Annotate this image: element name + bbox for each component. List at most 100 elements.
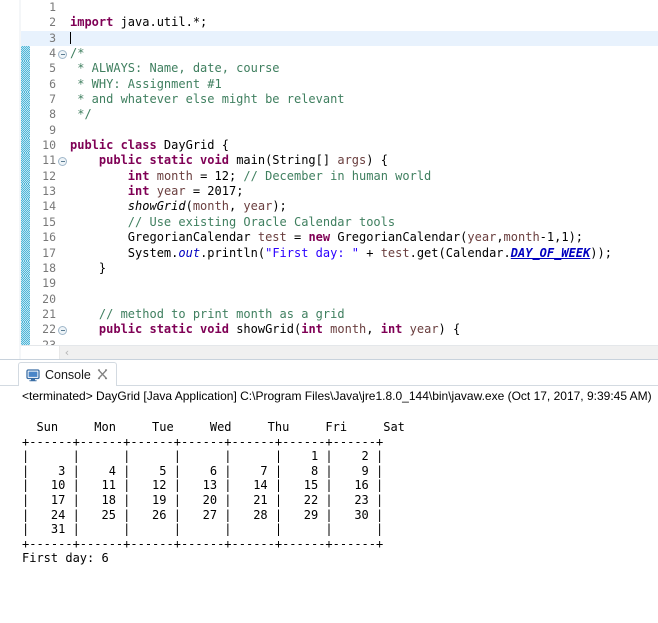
change-bar-indicator — [21, 184, 30, 200]
change-bar-indicator — [21, 306, 30, 323]
change-bar-indicator — [21, 153, 30, 169]
change-bar-indicator — [21, 0, 30, 15]
fold-collapse-icon[interactable] — [58, 49, 67, 59]
change-bar-indicator — [21, 122, 30, 139]
code-line[interactable]: 20 — [21, 291, 658, 307]
editor-scrollbar-gutter-pad — [21, 346, 60, 360]
line-number: 22 — [42, 322, 56, 337]
code-line-text: public class DayGrid { — [70, 138, 229, 153]
console-monitor-icon — [26, 368, 40, 382]
change-bar-indicator — [21, 31, 30, 46]
line-number: 8 — [49, 107, 56, 122]
code-line[interactable]: 9 — [21, 122, 658, 139]
line-number: 10 — [42, 138, 56, 153]
line-number: 1 — [49, 0, 56, 14]
change-bar-indicator — [21, 276, 30, 292]
change-bar-indicator — [21, 214, 30, 231]
change-bar-indicator — [21, 61, 30, 77]
change-bar-indicator — [21, 15, 30, 30]
console-tab-bar: Console — [0, 360, 658, 386]
change-bar-indicator — [21, 107, 30, 123]
line-number: 4 — [49, 46, 56, 61]
code-line[interactable]: 11 public static void main(String[] args… — [21, 153, 658, 169]
line-number: 9 — [49, 122, 56, 137]
code-line[interactable]: 23 — [21, 337, 658, 345]
line-number: 7 — [49, 92, 56, 107]
code-line[interactable]: 4 /* — [21, 46, 658, 62]
code-line[interactable]: 16 GregorianCalendar test = new Gregoria… — [21, 230, 658, 246]
code-line-text: public static void main(String[] args) { — [98, 153, 388, 168]
change-bar-indicator — [21, 92, 30, 108]
code-line-text: import java.util.*; — [70, 15, 208, 30]
code-line[interactable]: 19 — [21, 276, 658, 292]
line-number: 3 — [49, 30, 56, 45]
java-editor-pane[interactable]: 1 2 import java.util.*; 3 4 /* 5 * ALWAYS: Nam… — [0, 0, 658, 360]
line-number: 14 — [42, 199, 56, 214]
console-view[interactable]: Console <terminated> DayGrid [Java Appli… — [0, 360, 658, 623]
code-line-text: * and whatever else might be relevant — [70, 92, 345, 107]
line-number: 18 — [42, 260, 56, 275]
code-line-text: // method to print month as a grid — [98, 306, 345, 321]
line-number: 21 — [42, 306, 56, 321]
change-bar-indicator — [21, 230, 30, 246]
code-line-text: System.out.println("First day: " + test.… — [70, 245, 612, 260]
code-line[interactable]: 1 — [21, 0, 658, 15]
change-bar-indicator — [21, 337, 30, 345]
line-number: 5 — [49, 61, 56, 76]
change-bar-indicator — [21, 138, 30, 154]
line-number: 6 — [49, 76, 56, 91]
code-line[interactable]: 13 int year = 2017; — [21, 184, 658, 200]
line-number: 20 — [42, 291, 56, 306]
line-number: 2 — [49, 15, 56, 30]
fold-collapse-icon[interactable] — [58, 156, 67, 166]
code-line-text: } — [70, 260, 107, 275]
code-line[interactable]: 21 // method to print month as a grid — [21, 306, 658, 323]
code-line[interactable]: 10 public class DayGrid { — [21, 138, 658, 154]
code-line-text: public static void showGrid(int month, i… — [98, 322, 461, 337]
code-line-text: */ — [70, 107, 92, 122]
change-bar-indicator — [21, 260, 30, 277]
code-line[interactable]: 17 System.out.println("First day: " + te… — [21, 245, 658, 261]
code-line[interactable]: 12 int month = 12; // December in human … — [21, 168, 658, 185]
line-number: 16 — [42, 230, 56, 245]
code-line[interactable]: 8 */ — [21, 107, 658, 123]
change-bar-indicator — [21, 245, 30, 261]
tab-console[interactable]: Console — [18, 362, 117, 386]
launch-configuration-line: <terminated> DayGrid [Java Application] … — [22, 389, 652, 403]
close-icon[interactable] — [97, 369, 108, 380]
code-line[interactable]: 14 showGrid(month, year); — [21, 199, 658, 215]
editor-left-frame — [0, 0, 21, 360]
code-line-text: // Use existing Oracle Calendar tools — [127, 214, 396, 229]
line-number: 12 — [42, 168, 56, 183]
editor-horizontal-scrollbar[interactable]: ‹ — [21, 345, 658, 360]
code-lines-container: 1 2 import java.util.*; 3 4 /* 5 * ALWAYS: Nam… — [21, 0, 658, 345]
line-number: 15 — [42, 214, 56, 229]
line-number: 11 — [42, 153, 56, 168]
tab-console-label: Console — [45, 367, 91, 382]
line-number: 13 — [42, 184, 56, 199]
line-number: 17 — [42, 245, 56, 260]
code-line[interactable]: 22 public static void showGrid(int month… — [21, 322, 658, 338]
change-bar-indicator — [21, 168, 30, 185]
code-viewport[interactable]: 1 2 import java.util.*; 3 4 /* 5 * ALWAYS: Nam… — [21, 0, 658, 345]
code-line[interactable]: 6 * WHY: Assignment #1 — [21, 76, 658, 93]
console-output-area[interactable]: <terminated> DayGrid [Java Application] … — [0, 386, 658, 623]
code-line[interactable]: 18 } — [21, 260, 658, 277]
code-line[interactable]: 2 import java.util.*; — [21, 15, 658, 30]
line-number: 23 — [42, 337, 56, 345]
code-line[interactable]: 3 — [21, 30, 658, 47]
code-line[interactable]: 15 // Use existing Oracle Calendar tools — [21, 214, 658, 231]
fold-collapse-icon[interactable] — [58, 325, 67, 335]
code-line[interactable]: 5 * ALWAYS: Name, date, course — [21, 61, 658, 77]
eclipse-ide-window: 1 2 import java.util.*; 3 4 /* 5 * ALWAYS: Nam… — [0, 0, 658, 623]
code-line-text: * WHY: Assignment #1 — [70, 76, 222, 91]
change-bar-indicator — [21, 291, 30, 307]
scroll-left-arrow-icon[interactable]: ‹ — [60, 346, 74, 360]
line-number: 19 — [42, 276, 56, 291]
code-line[interactable]: 7 * and whatever else might be relevant — [21, 92, 658, 108]
code-line-text: /* — [70, 46, 85, 61]
text-cursor — [70, 31, 71, 44]
code-line-text — [70, 31, 71, 46]
code-line-text: int year = 2017; — [127, 184, 244, 199]
change-bar-indicator — [21, 76, 30, 93]
